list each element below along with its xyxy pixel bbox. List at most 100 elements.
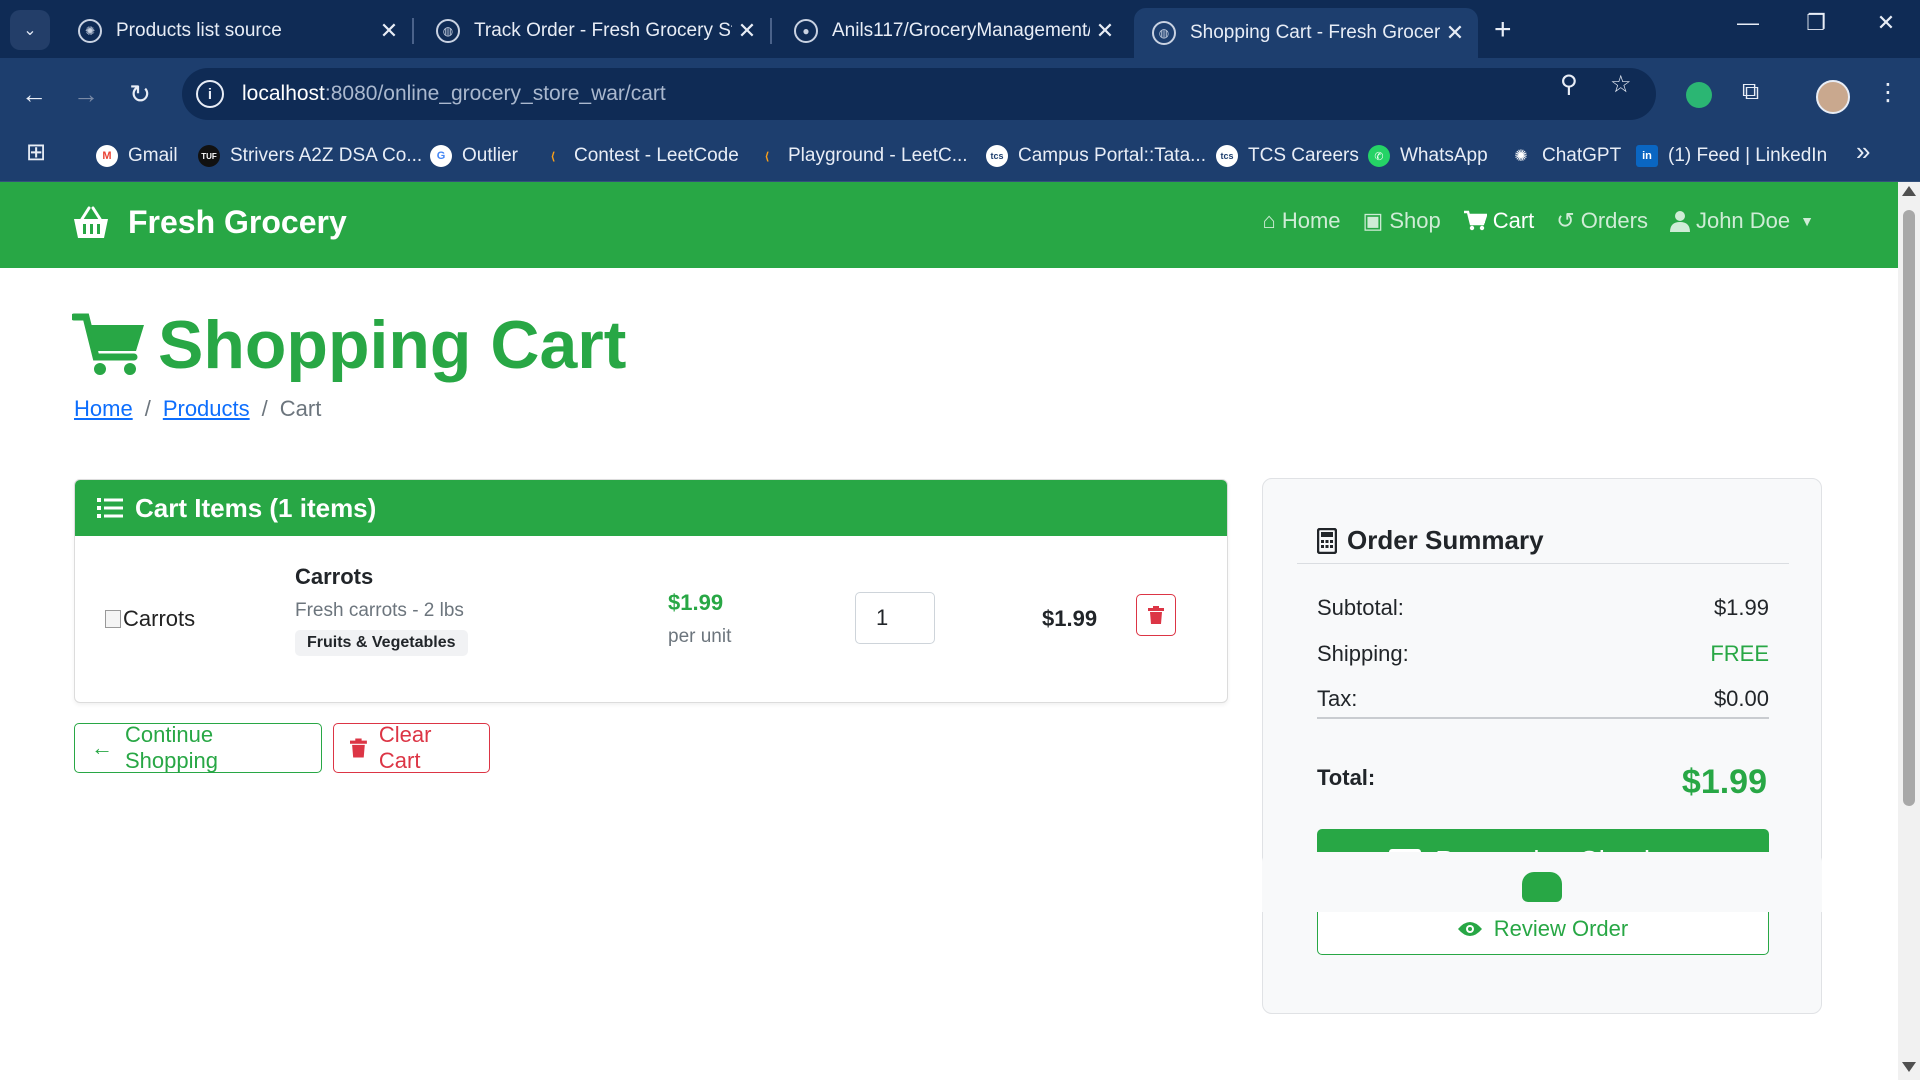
breadcrumb-products[interactable]: Products	[163, 396, 250, 422]
tax-value: $0.00	[1713, 686, 1769, 711]
product-description: Fresh carrots - 2 lbs	[295, 600, 464, 621]
continue-shopping-button[interactable]: ← Continue Shopping	[74, 722, 322, 773]
bookmark-campus-portal[interactable]: tcs Campus Portal::Tata...	[986, 142, 1206, 170]
bookmark-label: (1) Feed | LinkedIn	[1668, 145, 1828, 166]
product-name: Carrots	[295, 564, 374, 589]
order-summary-card: Order Summary Subtotal: $1.99 Shipping: …	[1262, 478, 1822, 1014]
whatsapp-icon: ✆	[1368, 145, 1390, 167]
reload-icon[interactable]: ↻	[122, 76, 158, 112]
tax-label: Tax:	[1317, 686, 1358, 711]
nav-home[interactable]: ⌂ Home	[1263, 208, 1341, 234]
total-label: Total:	[1317, 765, 1376, 790]
bookmark-strivers[interactable]: TUF Strivers A2Z DSA Co...	[198, 142, 422, 170]
bookmark-label: Campus Portal::Tata...	[1018, 145, 1206, 166]
nav-orders[interactable]: ↺ Orders	[1556, 208, 1648, 234]
extensions-puzzle-icon[interactable]: ⧉	[1742, 78, 1759, 106]
brand-name: Fresh Grocery	[128, 204, 347, 240]
address-bar[interactable]: i localhost:8080/online_grocery_store_wa…	[182, 68, 1656, 120]
summary-divider	[1297, 563, 1789, 564]
site-nav-links: ⌂ Home ▣ Shop Cart ↺ Orders John Doe ▼	[1241, 208, 1814, 234]
nav-label: Orders	[1580, 208, 1648, 233]
eye-icon	[1457, 922, 1482, 936]
globe-icon: ◍	[1152, 21, 1176, 45]
bookmark-label: Contest - LeetCode	[574, 145, 739, 166]
leetcode-icon: ⟨	[550, 150, 556, 163]
remove-item-button[interactable]	[1136, 594, 1176, 636]
bookmark-label: ChatGPT	[1542, 145, 1622, 166]
globe-icon: ◍	[436, 19, 460, 43]
calculator-icon	[1317, 527, 1337, 554]
clear-cart-button[interactable]: Clear Cart	[333, 722, 490, 773]
bookmark-leetcode-playground[interactable]: ⟨ Playground - LeetC...	[756, 142, 967, 170]
bookmark-tcs-careers[interactable]: tcs TCS Careers	[1216, 142, 1359, 170]
cart-icon	[72, 313, 144, 375]
breadcrumb-home[interactable]: Home	[74, 396, 133, 422]
window-close-icon[interactable]: ✕	[1866, 10, 1906, 36]
restore-icon[interactable]: ❐	[1796, 10, 1836, 36]
cart-items-header: Cart Items (1 items)	[75, 480, 1227, 536]
bookmark-label: Strivers A2Z DSA Co...	[230, 145, 423, 166]
extension-icon[interactable]	[1686, 82, 1712, 108]
shipping-row: Shipping: FREE	[1317, 641, 1769, 667]
tab-title: Anils117/GroceryManagement/	[832, 20, 1090, 41]
tab-close-icon[interactable]: ✕	[1440, 20, 1470, 46]
nav-label: Cart	[1492, 208, 1535, 233]
tab-close-icon[interactable]: ✕	[732, 18, 762, 44]
bookmark-label: TCS Careers	[1248, 145, 1359, 166]
store-icon: ▣	[1362, 208, 1384, 233]
minimize-icon[interactable]: —	[1728, 10, 1768, 36]
forward-arrow-icon[interactable]: →	[68, 76, 104, 112]
tab-separator	[412, 18, 414, 44]
quantity-input[interactable]	[855, 592, 935, 644]
new-tab-plus-icon[interactable]: +	[1494, 12, 1512, 48]
bookmarks-overflow-icon[interactable]: »	[1856, 136, 1870, 167]
tab-search-chevron-icon[interactable]: ⌄	[10, 10, 50, 50]
site-info-icon[interactable]: i	[196, 80, 224, 108]
page-scrollbar[interactable]	[1898, 182, 1920, 1080]
gmail-icon: M	[96, 145, 118, 167]
scroll-down-arrow-icon[interactable]	[1902, 1062, 1916, 1072]
page-title-text: Shopping Cart	[158, 307, 627, 383]
shield-icon	[1522, 872, 1562, 902]
apps-grid-icon[interactable]: ⊞	[26, 138, 46, 167]
bookmark-linkedin[interactable]: in (1) Feed | LinkedIn	[1636, 142, 1827, 170]
bookmark-gmail[interactable]: M Gmail	[96, 142, 178, 170]
trash-icon	[350, 738, 367, 758]
brand-link[interactable]: Fresh Grocery	[72, 204, 347, 241]
nav-cart[interactable]: Cart	[1463, 208, 1535, 234]
bookmark-whatsapp[interactable]: ✆ WhatsApp	[1368, 142, 1488, 170]
breadcrumb: Home / Products / Cart	[74, 396, 321, 422]
back-arrow-icon[interactable]: ←	[16, 76, 52, 112]
nav-label: Home	[1281, 208, 1341, 233]
tcs-icon: tcs	[986, 145, 1008, 167]
github-icon: ●	[794, 19, 818, 43]
bookmark-leetcode-contest[interactable]: ⟨ Contest - LeetCode	[542, 142, 739, 170]
browser-tab[interactable]: ✺ Products list source ✕	[60, 8, 412, 54]
bookmark-outlier[interactable]: G Outlier	[430, 142, 518, 170]
cart-icon	[1463, 210, 1487, 231]
browser-tab[interactable]: ◍ Track Order - Fresh Grocery Sto ✕	[418, 8, 770, 54]
site-navbar: Fresh Grocery ⌂ Home ▣ Shop Cart ↺ Order…	[0, 182, 1898, 268]
profile-avatar[interactable]	[1816, 80, 1850, 114]
breadcrumb-separator: /	[261, 396, 268, 421]
bookmark-chatgpt[interactable]: ✺ ChatGPT	[1510, 142, 1621, 170]
scroll-up-arrow-icon[interactable]	[1902, 186, 1916, 196]
nav-user-dropdown[interactable]: John Doe ▼	[1669, 208, 1814, 234]
browser-tab-active[interactable]: ◍ Shopping Cart - Fresh Grocery S ✕	[1134, 8, 1478, 58]
more-menu-icon[interactable]: ⋮	[1876, 78, 1900, 107]
cart-items-title: Cart Items (1 items)	[135, 492, 377, 523]
user-icon	[1669, 211, 1690, 232]
tab-close-icon[interactable]: ✕	[374, 18, 404, 44]
browser-tab[interactable]: ● Anils117/GroceryManagement/ ✕	[776, 8, 1128, 54]
nav-shop[interactable]: ▣ Shop	[1363, 208, 1441, 234]
trash-icon	[1148, 606, 1164, 624]
home-icon: ⌂	[1262, 208, 1276, 233]
scrollbar-thumb[interactable]	[1903, 210, 1915, 806]
tcs-icon: tcs	[1216, 145, 1238, 167]
tab-close-icon[interactable]: ✕	[1090, 18, 1120, 44]
bookmark-star-icon[interactable]: ☆	[1610, 70, 1632, 99]
zoom-icon[interactable]: ⚲	[1560, 70, 1578, 99]
chatgpt-icon: ✺	[1514, 148, 1528, 165]
unit-price-label: per unit	[668, 626, 732, 647]
shipping-label: Shipping:	[1317, 641, 1409, 666]
